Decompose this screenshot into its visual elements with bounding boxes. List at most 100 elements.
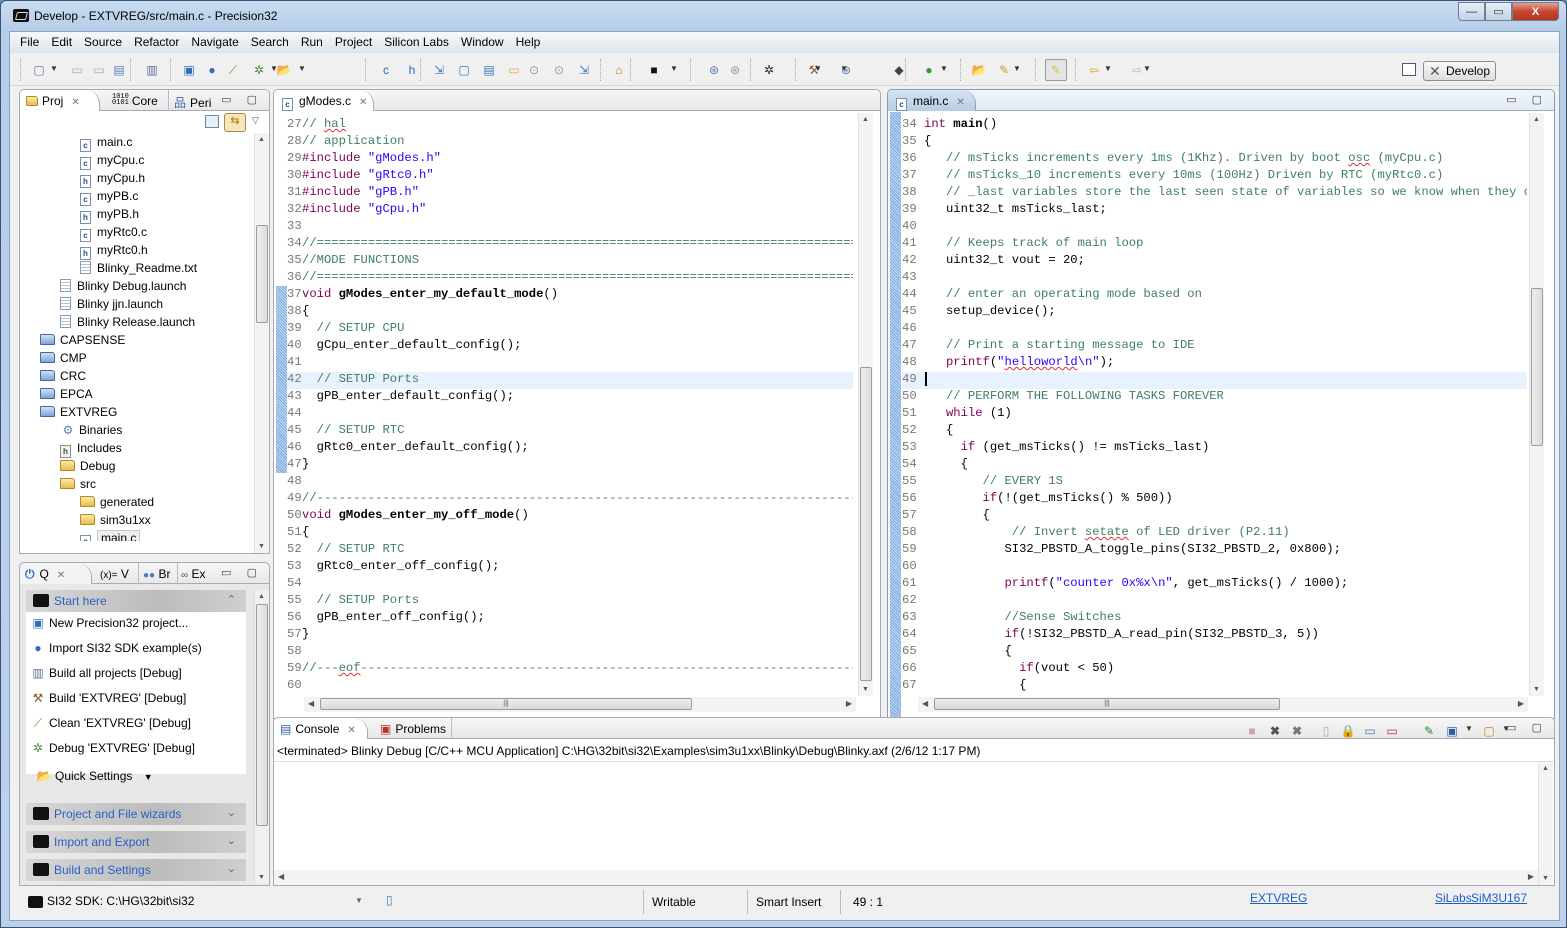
tab-breakpoints[interactable]: ●● Br — [138, 563, 170, 584]
dropdown-arrow-icon[interactable]: ▼ — [814, 64, 822, 73]
code-line[interactable]: 39 uint32_t msTicks_last; — [902, 202, 1527, 219]
code-line[interactable]: 46 gRtc0_enter_default_config(); — [287, 440, 853, 457]
code-line[interactable]: 37 void gModes_enter_my_default_mode() — [287, 287, 853, 304]
menu-project[interactable]: Project — [329, 32, 378, 53]
editor-hscroll[interactable]: ◀ ||| ▶ — [918, 697, 1528, 712]
tree-item[interactable]: Debug — [20, 457, 252, 475]
tab-problems[interactable]: ▣ Problems — [380, 718, 453, 739]
code-line[interactable]: 49 //-----------------------------------… — [287, 491, 853, 508]
scroll-up-icon[interactable]: ▲ — [1533, 116, 1540, 123]
build-all-icon[interactable]: ▥ — [143, 61, 161, 79]
debug-bug-icon[interactable]: ✲ — [760, 61, 778, 79]
code-line[interactable]: 38 // _last variables store the last see… — [902, 185, 1527, 202]
tree-item[interactable]: sim3u1xx — [20, 511, 252, 529]
dropdown-arrow-icon[interactable]: ▼ — [1461, 724, 1477, 740]
tree-item[interactable]: h myRtc0.h — [20, 241, 252, 260]
section-header[interactable]: Import and Export ⌄ — [26, 831, 246, 853]
quick-access-section[interactable]: Project and File wizards ⌄ — [26, 803, 246, 827]
code-line[interactable]: 67 { — [902, 678, 1527, 695]
dropdown-arrow-icon[interactable]: ▼ — [840, 64, 848, 73]
download-icon[interactable]: ⇲ — [575, 61, 593, 79]
code-line[interactable]: 27 // hal — [287, 117, 853, 134]
code-line[interactable]: 61 printf("counter 0x%x\n", get_msTicks(… — [902, 576, 1527, 593]
scroll-down-icon[interactable]: ▼ — [258, 543, 265, 550]
close-tab-icon[interactable]: ✕ — [57, 570, 65, 581]
code-line[interactable]: 54 — [287, 576, 853, 593]
code-line[interactable]: 31 #include "gPB.h" — [287, 185, 853, 202]
scroll-down-icon[interactable]: ▼ — [862, 686, 869, 693]
scroll-thumb[interactable]: ||| — [320, 698, 692, 710]
scroll-right-icon[interactable]: ▶ — [1528, 872, 1534, 881]
scroll-up-icon[interactable]: ▲ — [1542, 765, 1549, 772]
tab-quickstart[interactable]: ⏻ Q ✕ — [20, 563, 92, 584]
menu-run[interactable]: Run — [295, 32, 329, 53]
device-link[interactable]: SiM3U167 — [1471, 891, 1527, 905]
view-menu-icon[interactable]: ▽ — [252, 115, 259, 126]
tree-scrollbar[interactable]: ▲ ▼ — [254, 133, 269, 553]
code-line[interactable]: 43 gPB_enter_default_config(); — [287, 389, 853, 406]
dropdown-arrow-icon[interactable]: ▼ — [670, 64, 678, 73]
scroll-left-icon[interactable]: ◀ — [278, 872, 284, 881]
code-line[interactable]: 47 } — [287, 457, 853, 474]
code-line[interactable]: 43 — [902, 270, 1527, 287]
code-line[interactable]: 45 // SETUP RTC — [287, 423, 853, 440]
code-line[interactable]: 60 — [902, 559, 1527, 576]
editor-vscroll[interactable]: ▲ ▼ — [858, 113, 873, 696]
code-line[interactable]: 50 void gModes_enter_my_off_mode() — [287, 508, 853, 525]
tab-peri[interactable]: 品 Peri — [168, 90, 211, 111]
tree-item[interactable]: CRC — [20, 367, 252, 385]
new-h-file-icon[interactable]: h — [403, 61, 421, 79]
open-folder-icon[interactable]: ▭ — [505, 61, 523, 79]
code-line[interactable]: 35 //MODE FUNCTIONS — [287, 253, 853, 270]
sdk-dropdown-icon[interactable]: ▼ — [355, 896, 363, 905]
project-link[interactable]: EXTVREG — [1250, 891, 1307, 905]
code-line[interactable]: 36 //===================================… — [287, 270, 853, 287]
quick-action-item[interactable]: ▥ Build all projects [Debug] — [26, 662, 246, 687]
section-header[interactable]: Build and Settings ⌄ — [26, 859, 246, 881]
minimize-maximize-icon[interactable]: ▭ ▢ — [221, 566, 263, 579]
tree-item[interactable]: EPCA — [20, 385, 252, 403]
tab-proj[interactable]: Proj ✕ — [20, 90, 100, 111]
minimize-maximize-icon[interactable]: ▭ ▢ — [1506, 93, 1548, 106]
code-line[interactable]: 34 //===================================… — [287, 236, 853, 253]
code-line[interactable]: 33 — [287, 219, 853, 236]
perspective-develop-button[interactable]: ✕ Develop — [1423, 61, 1496, 81]
code-line[interactable]: 40 — [902, 219, 1527, 236]
highlight-icon[interactable]: ✎ — [1045, 59, 1067, 81]
upload-icon[interactable]: ⊙ — [550, 61, 568, 79]
pencil-icon[interactable]: ✎ — [995, 61, 1013, 79]
remove-launch-icon[interactable]: ✖ — [1267, 724, 1283, 740]
code-line[interactable]: 57 { — [902, 508, 1527, 525]
console-output[interactable] — [277, 766, 1527, 866]
code-line[interactable]: 59 SI32_PBSTD_A_toggle_pins(SI32_PBSTD_2… — [902, 542, 1527, 559]
tree-item[interactable]: h myCpu.h — [20, 169, 252, 188]
code-line[interactable]: 55 // SETUP Ports — [287, 593, 853, 610]
close-tab-icon[interactable]: ✕ — [956, 97, 964, 108]
editor-hscroll[interactable]: ◀ ||| ▶ — [304, 697, 856, 712]
menu-navigate[interactable]: Navigate — [185, 32, 244, 53]
home-icon[interactable]: ⌂ — [610, 61, 628, 79]
code-line[interactable]: 65 { — [902, 644, 1527, 661]
start-here-header[interactable]: Start here ⌃ — [26, 590, 246, 612]
save-all-icon[interactable]: ▭ — [90, 61, 108, 79]
code-area[interactable]: 34 int main() 35 {36 // msTicks increment… — [902, 117, 1527, 695]
code-line[interactable]: 42 uint32_t vout = 20; — [902, 253, 1527, 270]
save-icon[interactable]: ▭ — [68, 61, 86, 79]
tree-item[interactable]: c myRtc0.c — [20, 223, 252, 242]
code-line[interactable]: 58 — [287, 644, 853, 661]
code-line[interactable]: 60 — [287, 678, 853, 695]
menu-source[interactable]: Source — [78, 32, 128, 53]
code-line[interactable]: 30 #include "gRtc0.h" — [287, 168, 853, 185]
code-line[interactable]: 59 //---eof-----------------------------… — [287, 661, 853, 678]
code-line[interactable]: 42 // SETUP Ports — [287, 372, 853, 389]
code-line[interactable]: 51 while (1) — [902, 406, 1527, 423]
code-line[interactable]: 45 setup_device(); — [902, 304, 1527, 321]
code-line[interactable]: 63 //Sense Switches — [902, 610, 1527, 627]
minimize-maximize-icon[interactable]: ▭ ▢ — [1506, 721, 1548, 734]
quick-action-item[interactable]: ▣ New Precision32 project... — [26, 612, 246, 637]
code-line[interactable]: 47 // Print a starting message to IDE — [902, 338, 1527, 355]
dropdown-arrow-icon[interactable]: ▼ — [940, 64, 948, 73]
close-tab-icon[interactable]: ✕ — [71, 97, 79, 108]
tree-item[interactable]: Blinky Debug.launch — [20, 277, 252, 295]
terminate-icon[interactable]: ■ — [1244, 724, 1260, 740]
